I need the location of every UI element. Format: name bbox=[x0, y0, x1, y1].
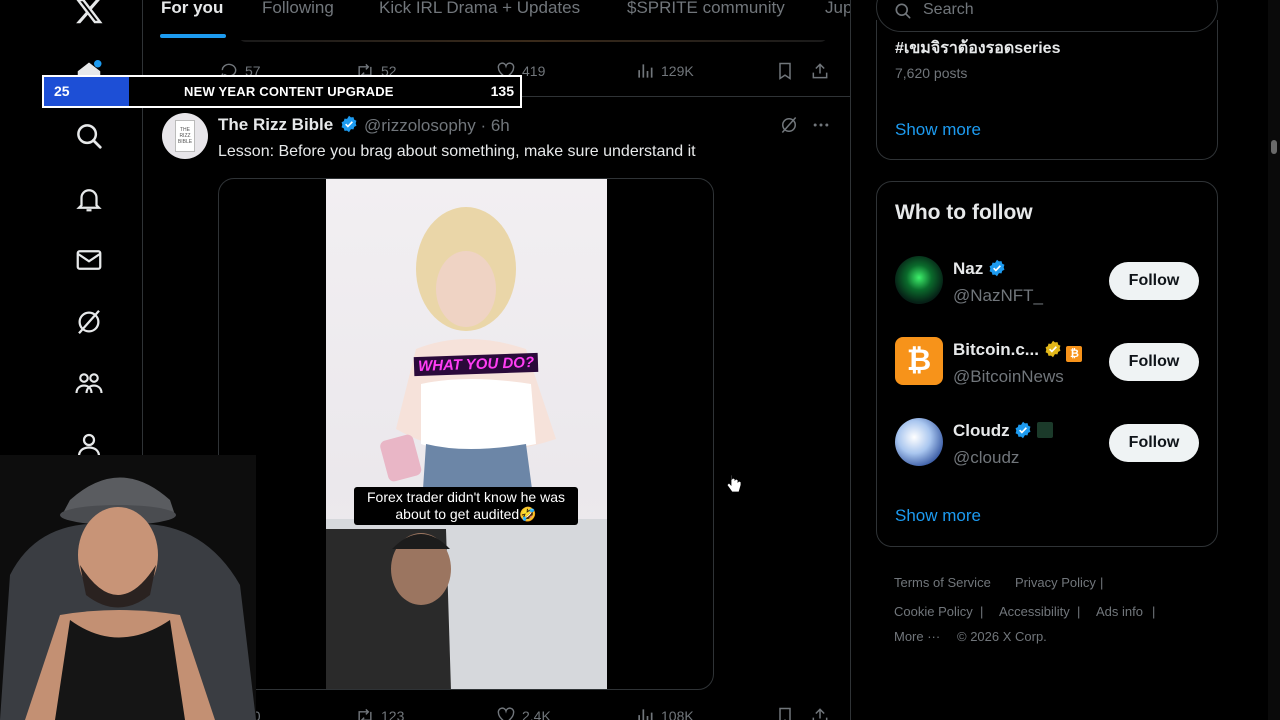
account-name[interactable]: Bitcoin.c... ₿ bbox=[953, 340, 1083, 362]
gold-verified-badge-icon bbox=[1045, 340, 1061, 358]
views-button[interactable]: 129K bbox=[635, 61, 694, 81]
tab-kick-irl[interactable]: Kick IRL Drama + Updates bbox=[379, 0, 580, 18]
affiliate-badge-icon: ₿ bbox=[1066, 346, 1083, 362]
repost-count: 123 bbox=[381, 708, 405, 720]
webcam-overlay bbox=[0, 455, 256, 720]
tab-for-you[interactable]: For you bbox=[161, 0, 223, 18]
trend-title[interactable]: #เขมจิราต้องรอดseries bbox=[895, 36, 1060, 61]
follow-button[interactable]: Follow bbox=[1109, 343, 1199, 381]
follow-button[interactable]: Follow bbox=[1109, 424, 1199, 462]
views-button[interactable]: 108K bbox=[635, 706, 694, 720]
who-to-follow-title: Who to follow bbox=[895, 201, 1033, 224]
avatar[interactable] bbox=[895, 256, 943, 304]
tweet-video[interactable]: WHAT YOU DO? Forex trader didn't know he… bbox=[218, 178, 714, 690]
heart-icon bbox=[497, 707, 515, 720]
repost-icon bbox=[358, 708, 372, 720]
search-placeholder: Search bbox=[923, 1, 974, 18]
repost-button[interactable]: 123 bbox=[355, 706, 404, 720]
bookmark-icon[interactable] bbox=[775, 706, 795, 720]
tab-following[interactable]: Following bbox=[262, 0, 334, 18]
tab-sprite-community[interactable]: $SPRITE community bbox=[627, 0, 785, 18]
account-handle[interactable]: @BitcoinNews bbox=[953, 367, 1064, 387]
bookmark-icon[interactable] bbox=[775, 61, 795, 81]
avatar[interactable] bbox=[895, 418, 943, 466]
explore-icon[interactable] bbox=[74, 121, 104, 151]
trends-card: #เขมจิราต้องรอดseries 7,620 posts Show m… bbox=[876, 20, 1218, 160]
previous-tweet-media[interactable] bbox=[238, 40, 828, 42]
account-name[interactable]: Naz bbox=[953, 259, 1006, 279]
share-icon[interactable] bbox=[810, 61, 830, 81]
ads-info-link[interactable]: Ads info bbox=[1096, 604, 1143, 619]
notifications-icon[interactable] bbox=[74, 184, 104, 214]
account-name-text: Bitcoin.c... bbox=[953, 340, 1039, 359]
views-icon bbox=[638, 709, 653, 720]
stream-goal-overlay: 25 NEW YEAR CONTENT UPGRADE 135 bbox=[42, 75, 522, 108]
footer-divider: | bbox=[1077, 604, 1081, 619]
messages-icon[interactable] bbox=[74, 245, 104, 275]
search-icon bbox=[895, 3, 911, 19]
account-handle[interactable]: @NazNFT_ bbox=[953, 286, 1043, 306]
share-icon[interactable] bbox=[810, 706, 830, 720]
cookie-policy-link[interactable]: Cookie Policy bbox=[894, 604, 973, 619]
timeline-tabs: For you Following Kick IRL Drama + Updat… bbox=[143, 0, 851, 40]
privacy-link[interactable]: Privacy Policy bbox=[1015, 575, 1096, 590]
affiliate-badge-icon bbox=[1037, 422, 1054, 438]
avatar-book: THE RIZZ BIBLE bbox=[175, 120, 195, 152]
tweet-text: Lesson: Before you brag about something,… bbox=[218, 143, 696, 160]
x-logo-icon[interactable] bbox=[74, 0, 104, 26]
views-count: 108K bbox=[661, 708, 694, 720]
account-name-text: Naz bbox=[953, 259, 984, 278]
account-name[interactable]: Cloudz bbox=[953, 421, 1054, 441]
like-count: 419 bbox=[522, 63, 546, 79]
streamer-image bbox=[0, 455, 256, 720]
active-tab-indicator bbox=[160, 34, 226, 38]
views-icon bbox=[638, 64, 653, 78]
verified-badge-icon bbox=[1015, 421, 1031, 439]
more-options-icon[interactable] bbox=[811, 115, 831, 135]
video-scene bbox=[326, 207, 607, 689]
hand-cursor-icon bbox=[726, 474, 742, 493]
author-name-text: The Rizz Bible bbox=[218, 115, 334, 134]
verified-badge-icon bbox=[341, 115, 357, 133]
tweet-author-name[interactable]: The Rizz Bible bbox=[218, 115, 358, 135]
communities-icon[interactable] bbox=[74, 368, 104, 398]
more-link[interactable]: More ··· bbox=[894, 629, 940, 644]
who-to-follow-card: Who to follow Naz @NazNFT_ Follow ₿ Bitc… bbox=[876, 181, 1218, 547]
account-name-text: Cloudz bbox=[953, 421, 1010, 440]
follow-button[interactable]: Follow bbox=[1109, 262, 1199, 300]
page-scrollbar[interactable] bbox=[1268, 0, 1280, 720]
overlay-current-value: 25 bbox=[44, 77, 129, 106]
overlay-title: NEW YEAR CONTENT UPGRADE bbox=[184, 84, 394, 99]
grok-explain-icon[interactable] bbox=[779, 115, 799, 135]
views-count: 129K bbox=[661, 63, 694, 79]
accessibility-link[interactable]: Accessibility bbox=[999, 604, 1070, 619]
tweet-handle-time[interactable]: @rizzolosophy · 6h bbox=[364, 116, 510, 136]
footer-divider: | bbox=[1100, 575, 1104, 590]
tab-jup[interactable]: Jup bbox=[825, 0, 850, 18]
video-frame[interactable]: WHAT YOU DO? Forex trader didn't know he… bbox=[326, 179, 607, 689]
scrollbar-thumb[interactable] bbox=[1271, 140, 1277, 154]
like-count: 2.4K bbox=[522, 708, 551, 720]
trend-post-count: 7,620 posts bbox=[895, 65, 968, 81]
avatar[interactable]: ₿ bbox=[895, 337, 943, 385]
footer-divider: | bbox=[1152, 604, 1156, 619]
avatar[interactable]: THE RIZZ BIBLE bbox=[162, 113, 208, 159]
verified-badge-icon bbox=[989, 259, 1005, 277]
copyright-text: © 2026 X Corp. bbox=[957, 629, 1047, 644]
like-button[interactable]: 2.4K bbox=[496, 706, 551, 720]
trends-show-more-link[interactable]: Show more bbox=[895, 120, 981, 140]
video-caption-bottom: Forex trader didn't know he was about to… bbox=[354, 487, 578, 525]
who-to-follow-show-more-link[interactable]: Show more bbox=[895, 506, 981, 526]
account-handle[interactable]: @cloudz bbox=[953, 448, 1019, 468]
terms-link[interactable]: Terms of Service bbox=[894, 575, 991, 590]
overlay-goal-value: 135 bbox=[490, 83, 514, 99]
grok-icon[interactable] bbox=[74, 307, 104, 337]
footer-divider: | bbox=[980, 604, 984, 619]
